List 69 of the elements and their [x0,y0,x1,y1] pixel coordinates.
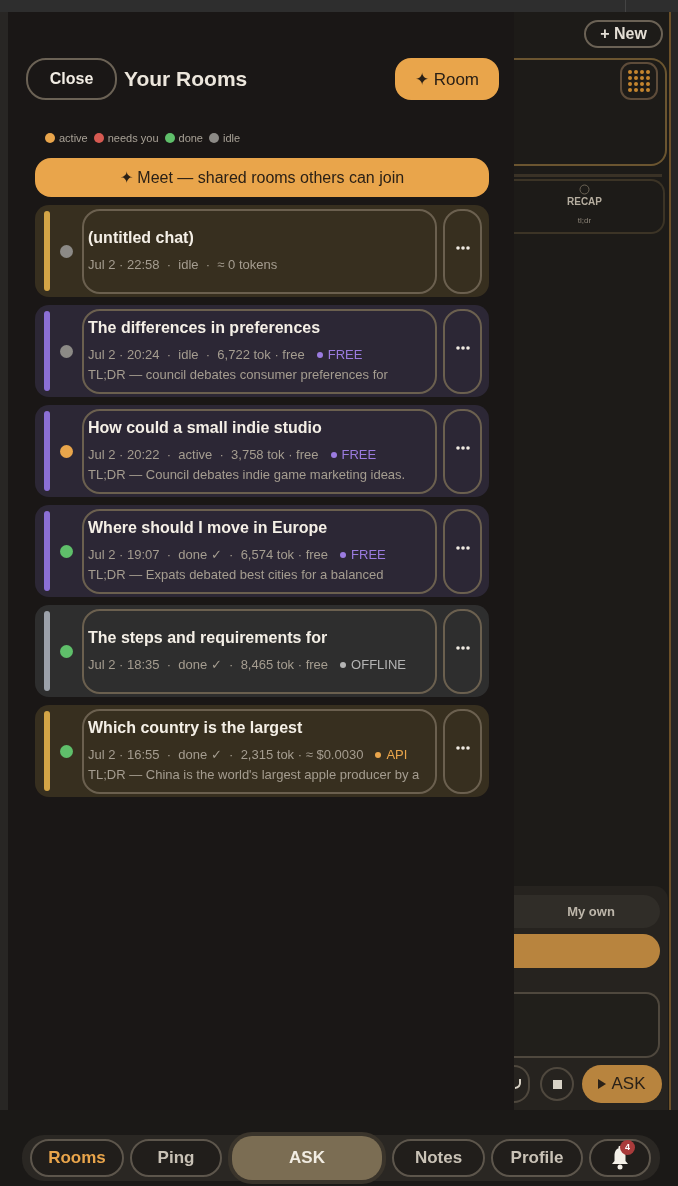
room-summary: TL;DR — Expats debated best cities for a balanced [88,565,384,584]
ask-tab[interactable]: ASK [232,1136,382,1180]
room-title: Which country is the largest [88,717,303,738]
more-icon [455,546,470,550]
option-button[interactable] [514,934,660,968]
room-meta: Jul 2 · 20:24 · idle · 6,722 tok · free [88,345,305,364]
more-icon [455,746,470,750]
stop-button[interactable] [540,1067,574,1101]
more-icon [455,446,470,450]
room-title: (untitled chat) [88,227,194,248]
room-title: The differences in preferences [88,317,321,338]
mode-option[interactable]: My own [514,895,660,928]
notification-count: 4 [620,1140,635,1155]
more-button[interactable] [443,608,482,694]
tier-label: API [386,745,408,764]
nav-tab[interactable]: Ping [130,1139,222,1177]
nav-tab[interactable]: Rooms [30,1139,124,1177]
room-title: Where should I move in Europe [88,517,328,538]
new-button[interactable]: + New [584,20,663,48]
room-meta: Jul 2 · 16:55 · done ✓ · 2,315 tok · ≈ $0.0030 [88,745,364,764]
room-open-button[interactable]: The differences in preferences Jul 2 · 20:24 · idle · 6,722 tok · free FREE TL;DR — council debates consumer preferences for [82,308,437,394]
recap-card[interactable]: RECAP tl;dr [514,179,665,234]
new-room-button[interactable]: ✦ Room [395,58,499,100]
nav-tab[interactable]: Profile [491,1139,583,1177]
recap-title: RECAP [567,195,602,209]
more-button[interactable] [443,208,482,294]
play-icon [598,1079,607,1089]
stop-icon [552,1079,562,1089]
more-icon [455,646,470,650]
room-open-button[interactable]: The steps and requirements for Jul 2 · 18:35 · done ✓ · 8,465 tok · free OFFLINE [82,608,437,694]
more-icon [455,246,470,250]
legend-label: idle [223,132,241,144]
room-open-button[interactable]: (untitled chat) Jul 2 · 22:58 · idle · ≈ 0 tokens [82,208,437,294]
room-meta: Jul 2 · 18:35 · done ✓ · 8,465 tok · free [88,655,329,674]
room-summary: TL;DR — council debates consumer preferences for [88,365,388,384]
more-button[interactable] [443,508,482,594]
more-button[interactable] [443,708,482,794]
refresh-button[interactable] [514,1065,530,1103]
room-open-button[interactable]: Where should I move in Europe Jul 2 · 19:07 · done ✓ · 6,574 tok · free FREE TL;DR — Expats debated best cities for a balanced [82,508,437,594]
room-summary: TL;DR — Council debates indie game marketing ideas. [88,465,406,484]
tier-label: FREE [351,545,386,564]
legend-label: needs you [107,132,159,144]
room-title: The steps and requirements for [88,627,328,648]
more-button[interactable] [443,408,482,494]
input-field[interactable] [514,992,660,1058]
tier-label: FREE [341,445,377,464]
legend-label: done [178,132,203,144]
grid-icon[interactable] [620,62,658,100]
ring-icon [579,184,590,195]
room-title: How could a small indie studio [88,417,322,438]
room-open-button[interactable]: How could a small indie studio Jul 2 · 20:22 · active · 3,758 tok · free FREE TL;DR — Council debates indie game marketing ideas. [82,408,437,494]
tier-label: OFFLINE [351,655,406,674]
tier-label: FREE [327,345,363,364]
room-open-button[interactable]: Which country is the largest Jul 2 · 16:55 · done ✓ · 2,315 tok · ≈ $0.0030 API TL;DR — China is the world's largest apple producer by a [82,708,437,794]
more-button[interactable] [443,308,482,394]
meet-button[interactable]: ✦ Meet — shared rooms others can join [35,158,489,197]
room-meta: Jul 2 · 22:58 · idle · ≈ 0 tokens [88,255,278,274]
notifications-button[interactable]: 4 [589,1139,651,1177]
more-icon [455,346,470,350]
recap-subtitle: tl;dr [577,215,592,227]
refresh-icon [514,1078,522,1090]
nav-tab[interactable]: Notes [392,1139,485,1177]
close-button[interactable]: Close [26,58,117,100]
room-meta: Jul 2 · 19:07 · done ✓ · 6,574 tok · free [88,545,329,564]
legend-label: active [59,132,88,144]
room-meta: Jul 2 · 20:22 · active · 3,758 tok · free [88,445,319,464]
ask-button[interactable]: ASK [582,1065,662,1103]
room-summary: TL;DR — China is the world's largest apple producer by a [88,765,420,784]
panel-title: Your Rooms [124,67,248,91]
